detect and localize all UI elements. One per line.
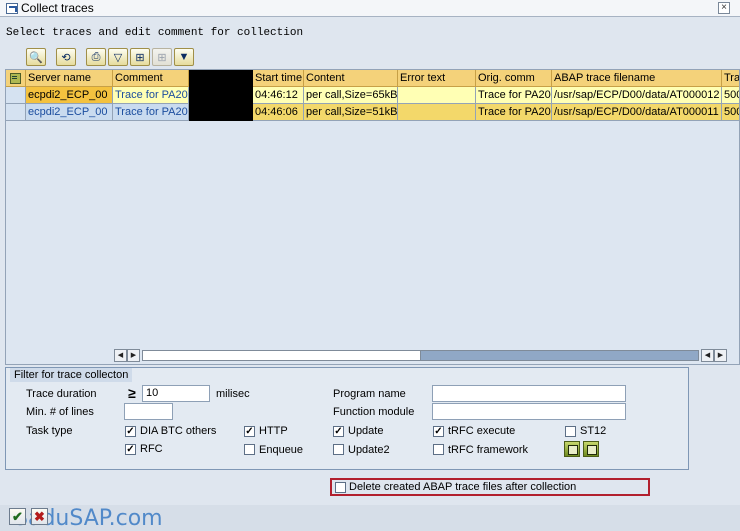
dia-btc-label: DIA BTC others — [140, 425, 217, 437]
grid-header-row: Server name Comment Start time Content E… — [6, 70, 739, 87]
min-lines-label: Min. # of lines — [26, 406, 94, 418]
filter-title: Filter for trace collecton — [10, 368, 133, 382]
function-module-label: Function module — [333, 406, 415, 418]
update2-label: Update2 — [348, 444, 390, 456]
grid-toolbar: 🔍 ⟲ ⎙ ▽ ⊞ ⊞ ▼ — [26, 48, 196, 66]
column-header[interactable]: Server name — [26, 70, 113, 87]
column-header[interactable]: Start time — [253, 70, 304, 87]
close-icon[interactable]: × — [718, 2, 730, 14]
dia-btc-checkbox[interactable]: ✓ — [125, 426, 136, 437]
table-cell[interactable]: 500 — [722, 87, 739, 104]
scroll-left-icon[interactable]: ◀ — [114, 349, 127, 362]
redacted-column-header — [189, 70, 253, 87]
table-cell[interactable]: 04:46:06 — [253, 104, 304, 121]
delete-option-highlight: Delete created ABAP trace files after co… — [330, 478, 650, 496]
window-icon — [6, 2, 18, 14]
table-cell[interactable]: Trace for PA20 — [476, 87, 552, 104]
table-row[interactable]: ecpdi2_ECP_00 Trace for PA20 04:46:12 pe… — [6, 87, 739, 104]
update-checkbox[interactable]: ✓ — [333, 426, 344, 437]
rfc-checkbox[interactable]: ✓ — [125, 444, 136, 455]
trfc-execute-label: tRFC execute — [448, 425, 516, 437]
scroll-track[interactable] — [142, 350, 699, 361]
unit-label: milisec — [216, 388, 250, 400]
table-cell[interactable] — [398, 87, 476, 104]
redacted-cell — [189, 87, 253, 104]
column-header[interactable]: Tra — [722, 70, 739, 87]
http-checkbox[interactable]: ✓ — [244, 426, 255, 437]
instruction-text: Select traces and edit comment for colle… — [6, 27, 304, 39]
table-cell[interactable]: /usr/sap/ECP/D00/data/AT000012 — [552, 87, 722, 104]
column-header[interactable]: Content — [304, 70, 398, 87]
table-cell[interactable]: ecpdi2_ECP_00 — [26, 87, 113, 104]
program-name-label: Program name — [333, 388, 406, 400]
http-label: HTTP — [259, 425, 288, 437]
refresh-icon[interactable]: ⟲ — [56, 48, 76, 66]
update-label: Update — [348, 425, 384, 437]
delete-files-checkbox[interactable] — [335, 482, 346, 493]
table-cell[interactable]: per call,Size=51kB — [304, 104, 398, 121]
confirm-icon[interactable]: ✔ — [9, 508, 26, 525]
delete-files-label: Delete created ABAP trace files after co… — [349, 481, 577, 493]
redacted-cell — [189, 104, 253, 121]
comment-cell[interactable]: Trace for PA20 — [113, 104, 189, 121]
deselect-all-tasks-icon[interactable] — [583, 441, 599, 457]
table-cell[interactable]: Trace for PA20 — [476, 104, 552, 121]
trfc-framework-label: tRFC framework — [448, 444, 529, 456]
window-titlebar: Collect traces × — [0, 0, 740, 17]
scroll-right-icon[interactable]: ▶ — [714, 349, 727, 362]
find-next-icon: ⊞ — [152, 48, 172, 66]
row-selector[interactable] — [6, 104, 26, 121]
column-header[interactable]: Error text — [398, 70, 476, 87]
column-header[interactable]: Comment — [113, 70, 189, 87]
table-cell[interactable] — [398, 104, 476, 121]
trfc-execute-checkbox[interactable]: ✓ — [433, 426, 444, 437]
find-icon[interactable]: ⊞ — [130, 48, 150, 66]
function-module-input[interactable] — [432, 403, 626, 420]
select-all-icon[interactable] — [6, 70, 26, 87]
update2-checkbox[interactable] — [333, 444, 344, 455]
program-name-input[interactable] — [432, 385, 626, 402]
st12-label: ST12 — [580, 425, 607, 437]
table-cell[interactable]: ecpdi2_ECP_00 — [26, 104, 113, 121]
trace-duration-input[interactable]: 10 — [142, 385, 210, 402]
table-row[interactable]: ecpdi2_ECP_00 Trace for PA20 04:46:06 pe… — [6, 104, 739, 121]
trace-grid: Server name Comment Start time Content E… — [5, 69, 740, 365]
select-all-tasks-icon[interactable] — [564, 441, 580, 457]
enqueue-checkbox[interactable] — [244, 444, 255, 455]
trfc-framework-checkbox[interactable] — [433, 444, 444, 455]
horizontal-scrollbar[interactable]: ◀ ▶ ◀ ▶ — [114, 349, 736, 362]
details-icon[interactable]: 🔍 — [26, 48, 46, 66]
table-cell[interactable]: per call,Size=65kB — [304, 87, 398, 104]
comment-cell[interactable]: Trace for PA20 — [113, 87, 189, 104]
table-cell[interactable]: 04:46:12 — [253, 87, 304, 104]
scroll-left-icon[interactable]: ◀ — [701, 349, 714, 362]
print-icon[interactable]: ⎙ — [86, 48, 106, 66]
column-header[interactable]: Orig. comm — [476, 70, 552, 87]
task-type-label: Task type — [26, 425, 73, 437]
trace-duration-label: Trace duration — [26, 388, 97, 400]
cancel-icon[interactable]: ✖ — [31, 508, 48, 525]
greater-equal-icon[interactable]: ≥ — [128, 385, 136, 401]
table-cell[interactable]: /usr/sap/ECP/D00/data/AT000011 — [552, 104, 722, 121]
scroll-right-icon[interactable]: ▶ — [127, 349, 140, 362]
table-cell[interactable]: 500 — [722, 104, 739, 121]
row-selector[interactable] — [6, 87, 26, 104]
rfc-label: RFC — [140, 443, 163, 455]
filter-icon[interactable]: ▽ — [108, 48, 128, 66]
set-filter-icon[interactable]: ▼ — [174, 48, 194, 66]
filter-panel: Filter for trace collecton Trace duratio… — [5, 367, 689, 470]
min-lines-input[interactable] — [124, 403, 173, 420]
column-header[interactable]: ABAP trace filename — [552, 70, 722, 87]
st12-checkbox[interactable] — [565, 426, 576, 437]
enqueue-label: Enqueue — [259, 444, 304, 456]
window-title: Collect traces — [21, 1, 94, 15]
scroll-thumb[interactable] — [143, 351, 421, 360]
